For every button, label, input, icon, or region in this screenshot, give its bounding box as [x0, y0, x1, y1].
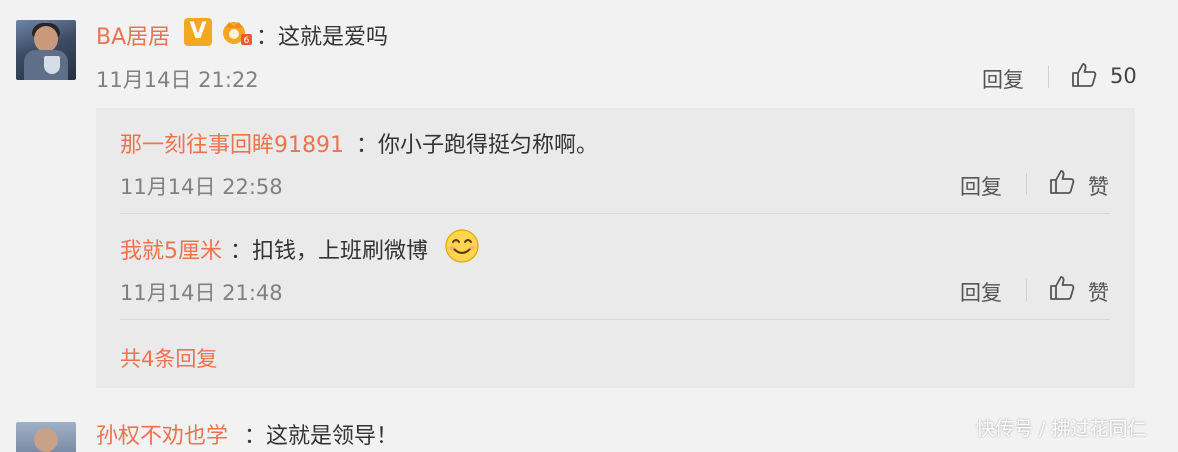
- divider: [1048, 66, 1049, 88]
- thumbs-up-icon[interactable]: [1070, 61, 1098, 89]
- smile-emoji-icon: [445, 229, 479, 263]
- divider: [120, 319, 1110, 320]
- reply-button[interactable]: 回复: [982, 64, 1024, 94]
- reply-button[interactable]: 回复: [960, 171, 1002, 201]
- comment-text: ：这就是爱吗: [256, 25, 389, 50]
- comment-text: ：这就是领导！: [244, 424, 399, 449]
- reply-button[interactable]: 回复: [960, 277, 1002, 307]
- comment-username[interactable]: BA居居: [96, 19, 170, 51]
- verified-v-icon: V: [184, 18, 212, 46]
- divider: [120, 213, 1110, 214]
- user-avatar[interactable]: [16, 20, 76, 80]
- svg-text:6: 6: [244, 36, 250, 46]
- reply-time: 11月14日 22:58: [120, 175, 283, 199]
- like-count: 50: [1110, 64, 1137, 88]
- reply-username[interactable]: 那一刻往事回眸91891: [120, 127, 344, 159]
- watermark: 快传号 / 拂过花同仁: [976, 418, 1147, 440]
- comment-username[interactable]: 孙权不劝也学: [96, 418, 228, 450]
- thumbs-up-icon[interactable]: [1048, 168, 1076, 196]
- user-avatar[interactable]: [16, 422, 76, 452]
- divider: [1026, 173, 1027, 195]
- member-crown-icon: 6: [223, 22, 252, 46]
- reply-time: 11月14日 21:48: [120, 281, 283, 305]
- reply-text: ：扣钱，上班刷微博: [230, 239, 429, 264]
- like-button[interactable]: 赞: [1088, 171, 1109, 201]
- view-all-replies-link[interactable]: 共4条回复: [120, 343, 217, 373]
- thumbs-up-icon[interactable]: [1048, 274, 1076, 302]
- reply-username[interactable]: 我就5厘米: [120, 233, 222, 265]
- divider: [1026, 279, 1027, 301]
- comment-time: 11月14日 21:22: [96, 68, 259, 92]
- like-button[interactable]: 赞: [1088, 277, 1109, 307]
- reply-text: ：你小子跑得挺匀称啊。: [356, 133, 599, 158]
